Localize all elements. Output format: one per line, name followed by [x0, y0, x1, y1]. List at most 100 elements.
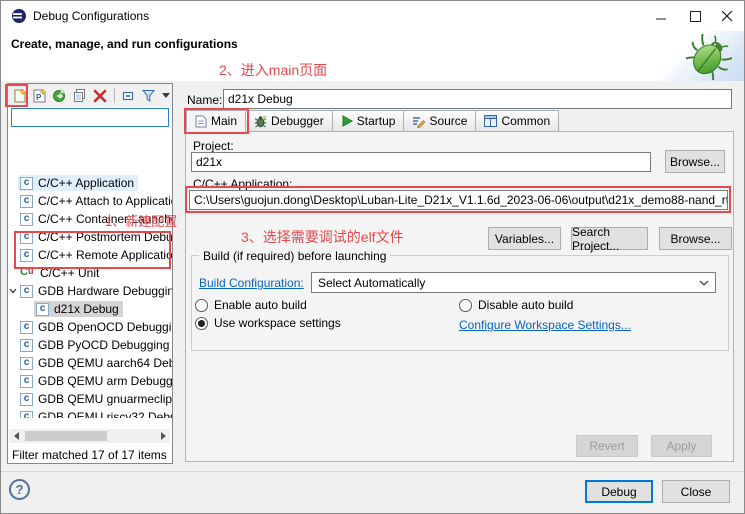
c-file-icon: c — [20, 213, 33, 226]
use-workspace-settings-radio[interactable]: Use workspace settings — [195, 316, 341, 330]
tree-horizontal-scrollbar[interactable] — [9, 429, 170, 443]
tab-debugger[interactable]: Debugger — [246, 110, 333, 132]
tree-item-cpp-postmortem[interactable]: cC/C++ Postmortem Debugger — [8, 228, 172, 246]
title-bar: Debug Configurations — [1, 1, 744, 31]
filter-match-status: Filter matched 17 of 17 items — [12, 448, 167, 462]
minimize-button[interactable] — [644, 1, 678, 31]
toolbar-separator — [114, 88, 115, 103]
c-file-icon: c — [20, 393, 33, 406]
variables-button[interactable]: Variables... — [488, 227, 561, 250]
application-browse-button[interactable]: Browse... — [659, 227, 732, 250]
close-button[interactable] — [710, 1, 744, 31]
dialog-subtitle: Create, manage, and run configurations — [11, 37, 238, 51]
c-file-icon: c — [20, 411, 33, 419]
tree-item-d21x-debug[interactable]: cd21x Debug — [8, 300, 172, 318]
footer-separator — [1, 471, 744, 472]
minimize-icon — [656, 11, 667, 22]
c-file-icon: c — [20, 357, 33, 370]
eclipse-logo-icon — [11, 8, 27, 29]
radio-icon[interactable] — [459, 299, 472, 312]
close-icon — [722, 11, 733, 22]
enable-auto-build-radio[interactable]: Enable auto build — [195, 298, 307, 312]
window-title: Debug Configurations — [33, 9, 149, 23]
filter-icon[interactable] — [141, 87, 157, 104]
build-group-title: Build (if required) before launching — [199, 249, 390, 263]
tree-item-cpp-attach[interactable]: cC/C++ Attach to Application — [8, 192, 172, 210]
c-file-icon: c — [20, 231, 33, 244]
debug-beetle-icon — [686, 34, 732, 85]
application-label: C/C++ Application: — [193, 177, 292, 191]
startup-tab-icon — [341, 115, 353, 127]
tree-item-gdb-hardware[interactable]: cGDB Hardware Debugging — [8, 282, 172, 300]
search-project-button[interactable]: Search Project... — [571, 227, 648, 250]
debug-button[interactable]: Debug — [585, 480, 653, 503]
new-launch-configuration-prototype-icon[interactable]: P — [32, 87, 48, 104]
tree-item-gdb-qemu-arm[interactable]: cGDB QEMU arm Debugging — [8, 372, 172, 390]
source-tab-icon — [412, 115, 425, 128]
build-configuration-select[interactable]: Select Automatically — [311, 272, 716, 293]
configurations-tree: cC/C++ Application cC/C++ Attach to Appl… — [8, 130, 172, 418]
sidebar-toolbar: P — [8, 84, 172, 107]
annotation-step3: 3、选择需要调试的elf文件 — [241, 227, 404, 247]
maximize-button[interactable] — [678, 1, 712, 31]
tree-item-cpp-application[interactable]: cC/C++ Application — [8, 174, 172, 192]
annotation-step2: 2、进入main页面 — [219, 60, 327, 80]
revert-button[interactable]: Revert — [576, 435, 638, 457]
radio-icon[interactable] — [195, 299, 208, 312]
name-input[interactable]: d21x Debug — [223, 89, 732, 109]
tree-item-cpp-remote[interactable]: cC/C++ Remote Application — [8, 246, 172, 264]
radio-selected-icon[interactable] — [195, 317, 208, 330]
dialog-header: Create, manage, and run configurations — [1, 31, 744, 81]
annotation-step1: 1、新建配置 — [105, 211, 177, 230]
scroll-left-icon[interactable] — [9, 429, 23, 443]
svg-text:P: P — [36, 93, 42, 102]
tab-bar: Main Debugger Startup Source Common — [186, 110, 559, 132]
c-file-icon: c — [20, 321, 33, 334]
c-file-icon: c — [20, 285, 33, 298]
tab-source[interactable]: Source — [404, 110, 476, 132]
c-file-icon: c — [20, 177, 33, 190]
c-unit-icon: Cü — [20, 267, 35, 280]
main-tab-icon — [195, 115, 207, 128]
tab-startup[interactable]: Startup — [333, 110, 405, 132]
collapse-all-icon[interactable] — [121, 87, 137, 104]
maximize-icon — [690, 11, 701, 22]
project-label: Project: — [193, 139, 234, 153]
tree-item-gdb-qemu-aarch64[interactable]: cGDB QEMU aarch64 Debugging — [8, 354, 172, 372]
configure-workspace-settings-link[interactable]: Configure Workspace Settings... — [459, 318, 631, 332]
close-dialog-button[interactable]: Close — [662, 480, 730, 503]
export-launch-configurations-icon[interactable] — [52, 87, 68, 104]
application-path-input[interactable]: C:\Users\guojun.dong\Desktop\Luban-Lite_… — [189, 190, 728, 210]
help-icon: ? — [16, 482, 24, 497]
tree-item-gdb-qemu-riscv32[interactable]: cGDB QEMU riscv32 Debugging — [8, 408, 172, 418]
c-file-icon: c — [20, 195, 33, 208]
tree-item-cpp-unit[interactable]: CüC/C++ Unit — [8, 264, 172, 282]
filter-input[interactable] — [11, 108, 169, 127]
build-configuration-link[interactable]: Build Configuration: — [199, 276, 304, 290]
tab-common[interactable]: Common — [476, 110, 559, 132]
configurations-sidebar: P cC/C++ Applica — [7, 83, 173, 464]
c-file-icon: c — [36, 303, 49, 316]
name-label: Name: — [187, 93, 222, 107]
apply-button[interactable]: Apply — [651, 435, 712, 457]
tree-item-gdb-pyocd[interactable]: cGDB PyOCD Debugging — [8, 336, 172, 354]
project-input[interactable]: d21x — [191, 152, 651, 172]
new-launch-configuration-icon[interactable] — [12, 87, 28, 104]
c-file-icon: c — [20, 339, 33, 352]
common-tab-icon — [484, 115, 497, 127]
disable-auto-build-radio[interactable]: Disable auto build — [459, 298, 573, 312]
expander-icon[interactable] — [8, 288, 18, 294]
tree-item-gdb-qemu-gnuarmeclipse[interactable]: cGDB QEMU gnuarmeclipse Debugging — [8, 390, 172, 408]
duplicate-launch-configuration-icon[interactable] — [72, 87, 88, 104]
view-menu-icon[interactable] — [161, 87, 172, 104]
c-file-icon: c — [20, 375, 33, 388]
help-button[interactable]: ? — [9, 479, 30, 500]
c-file-icon: c — [20, 249, 33, 262]
scrollbar-thumb[interactable] — [25, 431, 107, 441]
scroll-right-icon[interactable] — [156, 429, 170, 443]
tab-main[interactable]: Main — [186, 110, 246, 132]
debug-configurations-dialog: Debug Configurations Create, manage, and… — [0, 0, 745, 514]
tree-item-gdb-openocd[interactable]: cGDB OpenOCD Debugging — [8, 318, 172, 336]
delete-launch-configuration-icon[interactable] — [92, 87, 108, 104]
project-browse-button[interactable]: Browse... — [665, 150, 725, 173]
